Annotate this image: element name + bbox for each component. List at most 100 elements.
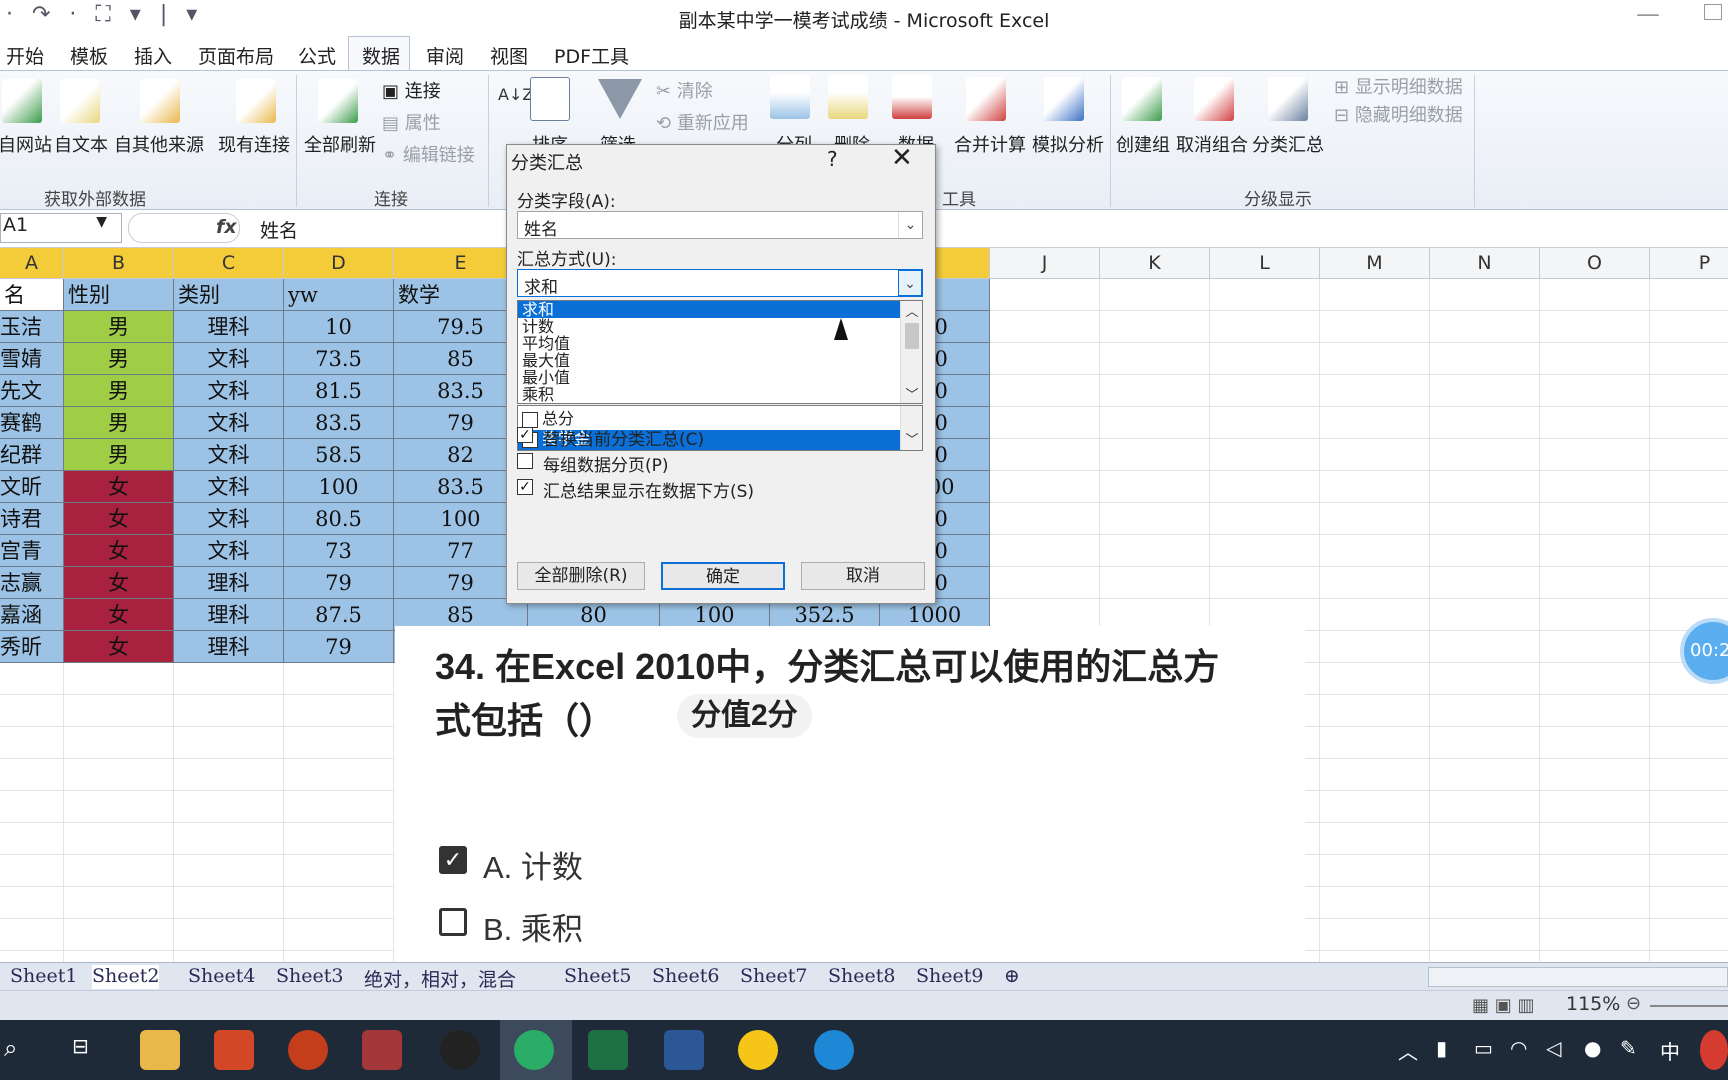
app-icon[interactable]	[738, 1030, 778, 1070]
fields-scrollbar[interactable]: ﹀	[900, 406, 922, 450]
table-cell[interactable]: 文科	[174, 343, 284, 375]
tray-chevron-icon[interactable]: ︿	[1398, 1036, 1418, 1065]
remove-all-button[interactable]: 全部删除(R)	[517, 562, 645, 590]
view-mode-icons[interactable]: ▦ ▣ ▥	[1472, 995, 1534, 1016]
tab-view[interactable]: 视图	[490, 42, 528, 69]
what-if-analysis-button[interactable]: 模拟分析	[1032, 131, 1104, 157]
table-cell[interactable]: 赛鹤	[0, 407, 64, 439]
microphone-icon[interactable]: ▮	[1436, 1036, 1447, 1060]
file-explorer-icon[interactable]	[140, 1030, 180, 1070]
dropdown-option-sum[interactable]: 求和	[518, 301, 902, 318]
minimize-icon[interactable]: —	[1636, 0, 1660, 28]
reapply-button[interactable]: ⟲ 重新应用	[656, 109, 749, 135]
table-cell[interactable]: 理科	[174, 311, 284, 343]
table-cell[interactable]: 100	[284, 471, 394, 503]
table-cell[interactable]: 嘉涵	[0, 599, 64, 631]
table-cell[interactable]: 女	[64, 599, 174, 631]
dropdown-option-max[interactable]: 最大值	[518, 352, 902, 369]
column-header-d[interactable]: D	[284, 248, 394, 279]
tab-insert[interactable]: 插入	[134, 42, 172, 69]
close-icon[interactable]: ✕	[891, 143, 913, 173]
table-cell[interactable]: 男	[64, 375, 174, 407]
table-cell[interactable]: 文科	[174, 439, 284, 471]
header-cell[interactable]: 性别	[64, 279, 174, 311]
chevron-down-icon[interactable]: ⌄	[898, 270, 922, 296]
group-by-select[interactable]: 姓名 ⌄	[517, 211, 923, 240]
table-cell[interactable]: 纪群	[0, 439, 64, 471]
wifi-icon[interactable]: ◠	[1510, 1036, 1527, 1060]
dropdown-option-min[interactable]: 最小值	[518, 369, 902, 386]
column-header-m[interactable]: M	[1320, 248, 1430, 279]
input-method-indicator[interactable]: 中	[1660, 1036, 1680, 1065]
tab-pdf-tools[interactable]: PDF工具	[554, 42, 629, 69]
scrollbar-thumb[interactable]	[905, 323, 919, 349]
sheet-tab[interactable]: Sheet8	[828, 965, 895, 989]
table-cell[interactable]: 80.5	[284, 503, 394, 535]
column-header-p[interactable]: P	[1650, 248, 1728, 279]
subtotal-button[interactable]: 分类汇总	[1252, 131, 1324, 157]
horizontal-scrollbar[interactable]	[1428, 967, 1728, 987]
tab-template[interactable]: 模板	[70, 42, 108, 69]
table-cell[interactable]: 文昕	[0, 471, 64, 503]
column-header-a[interactable]: A	[0, 248, 64, 279]
from-other-sources-button[interactable]: 自其他来源	[114, 131, 204, 157]
function-dropdown-list[interactable]: 求和 计数 平均值 最大值 最小值 乘积 ︿ ﹀	[517, 300, 923, 404]
battery-icon[interactable]: ▭	[1474, 1036, 1493, 1060]
table-cell[interactable]: 文科	[174, 407, 284, 439]
search-icon[interactable]: ⌕	[4, 1034, 17, 1062]
ok-button[interactable]: 确定	[661, 562, 785, 590]
zoom-slider[interactable]	[1650, 1005, 1728, 1007]
from-text-button[interactable]: 自文本	[54, 131, 108, 157]
chevron-down-icon[interactable]: ▼	[96, 214, 107, 230]
table-cell[interactable]: 73.5	[284, 343, 394, 375]
header-cell[interactable]: 类别	[174, 279, 284, 311]
formula-input[interactable]: 姓名	[260, 216, 298, 243]
table-cell[interactable]: 81.5	[284, 375, 394, 407]
sheet-tab[interactable]: Sheet7	[740, 965, 807, 989]
volume-icon[interactable]: ◁	[1546, 1036, 1561, 1060]
presentation-icon[interactable]	[214, 1030, 254, 1070]
table-cell[interactable]: 87.5	[284, 599, 394, 631]
column-header-l[interactable]: L	[1210, 248, 1320, 279]
table-cell[interactable]: 理科	[174, 599, 284, 631]
table-cell[interactable]: 理科	[174, 631, 284, 663]
zoom-level[interactable]: 115%	[1566, 993, 1620, 1015]
column-header-o[interactable]: O	[1540, 248, 1650, 279]
create-group-button[interactable]: 创建组	[1116, 131, 1170, 157]
show-detail-button[interactable]: ⊞ 显示明细数据	[1334, 73, 1463, 99]
table-cell[interactable]: 文科	[174, 375, 284, 407]
table-cell[interactable]: 男	[64, 407, 174, 439]
help-icon[interactable]: ?	[827, 147, 838, 171]
table-cell[interactable]: 男	[64, 343, 174, 375]
access-icon[interactable]	[362, 1030, 402, 1070]
table-cell[interactable]: 先文	[0, 375, 64, 407]
tab-home[interactable]: 开始	[6, 42, 44, 69]
table-cell[interactable]: 男	[64, 311, 174, 343]
powerpoint-icon[interactable]	[288, 1030, 328, 1070]
table-cell[interactable]: 女	[64, 567, 174, 599]
excel-icon[interactable]	[588, 1030, 628, 1070]
table-cell[interactable]: 女	[64, 535, 174, 567]
checkbox-summary-below[interactable]: ✓	[517, 479, 533, 495]
refresh-all-button[interactable]: 全部刷新	[304, 131, 376, 157]
restore-icon[interactable]	[1704, 4, 1722, 20]
tab-formulas[interactable]: 公式	[298, 42, 336, 69]
header-cell[interactable]: yw	[284, 279, 394, 311]
hide-detail-button[interactable]: ⊟ 隐藏明细数据	[1334, 101, 1463, 127]
word-icon[interactable]	[664, 1030, 704, 1070]
sheet-tab[interactable]: Sheet4	[188, 965, 255, 989]
table-cell[interactable]: 文科	[174, 535, 284, 567]
table-cell[interactable]: 诗君	[0, 503, 64, 535]
input-method-icon[interactable]	[1700, 1030, 1728, 1070]
ungroup-button[interactable]: 取消组合	[1176, 131, 1248, 157]
sheet-tab[interactable]: Sheet1	[10, 965, 77, 989]
table-cell[interactable]: 79	[284, 631, 394, 663]
consolidate-button[interactable]: 合并计算	[954, 131, 1026, 157]
chevron-down-icon[interactable]: ⌄	[898, 212, 922, 238]
table-cell[interactable]: 女	[64, 503, 174, 535]
properties-button[interactable]: ▤ 属性	[382, 109, 441, 135]
existing-connections-button[interactable]: 现有连接	[218, 131, 290, 157]
tab-data-active-label[interactable]: 数据	[362, 42, 400, 69]
sheet-tab[interactable]: Sheet5	[564, 965, 631, 989]
from-web-button[interactable]: 自网站	[0, 131, 52, 157]
